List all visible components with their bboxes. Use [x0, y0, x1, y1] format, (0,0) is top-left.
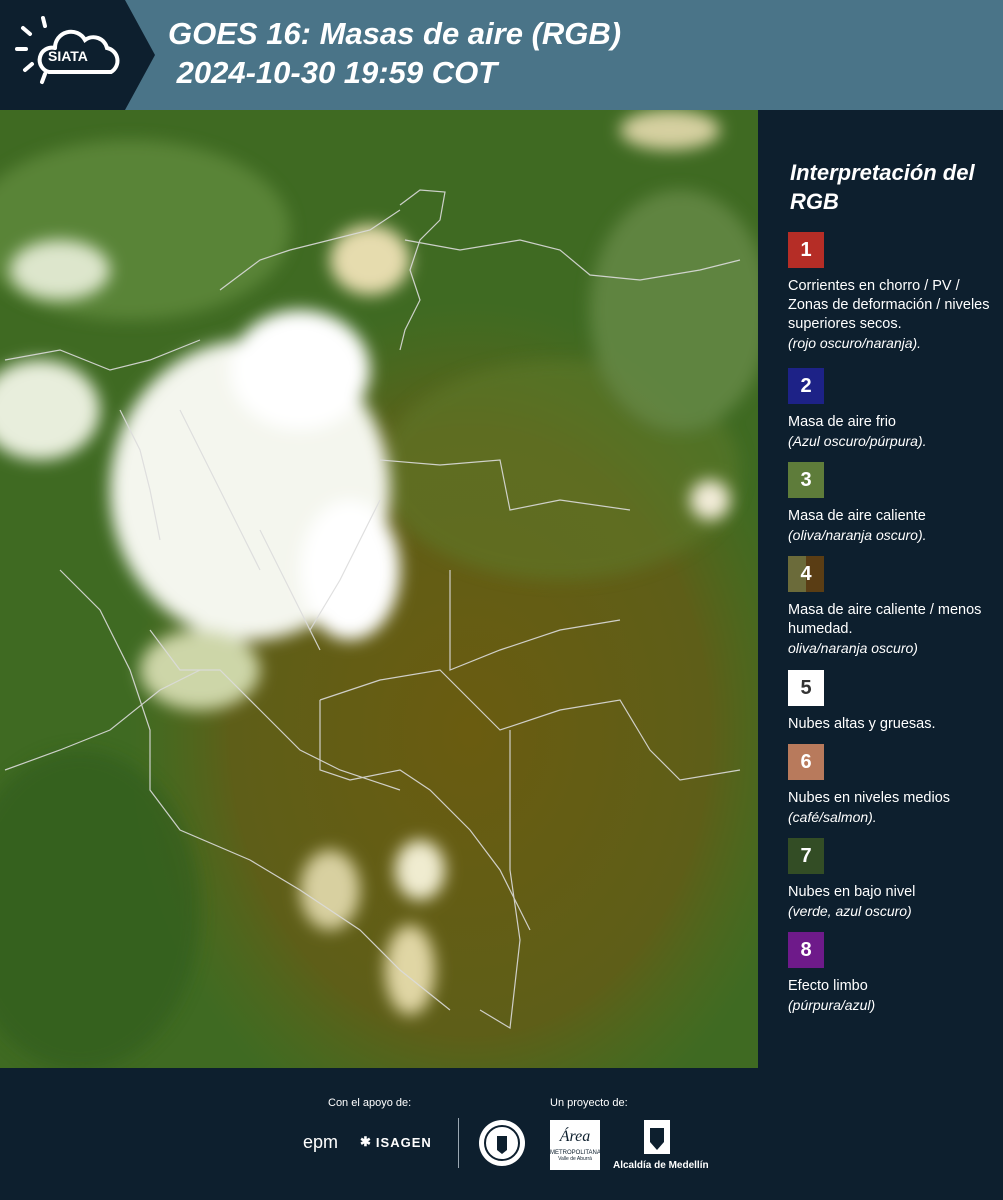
alcaldia-shield-icon — [644, 1120, 670, 1154]
isagen-text: ISAGEN — [375, 1134, 432, 1150]
alcaldia-label: Alcaldía de Medellín — [613, 1160, 709, 1171]
title-line-2: 2024-10-30 19:59 COT — [168, 55, 498, 90]
legend-swatch: 1 — [788, 232, 824, 268]
page-title: GOES 16: Masas de aire (RGB) 2024-10-30 … — [168, 14, 621, 92]
legend-swatch: 7 — [788, 838, 824, 874]
legend-item-7: 7 Nubes en bajo nivel (verde, azul oscur… — [788, 838, 998, 921]
legend-note: (verde, azul oscuro) — [788, 903, 912, 919]
legend-swatch: 4 — [788, 556, 824, 592]
legend-item-1: 1 Corrientes en chorro / PV / Zonas de d… — [788, 232, 998, 353]
legend-note: (oliva/naranja oscuro). — [788, 527, 927, 543]
legend-panel: Interpretación del RGB 1 Corrientes en c… — [758, 110, 1003, 1068]
siata-logo: SIATA — [0, 0, 155, 110]
legend-note: (rojo oscuro/naranja). — [788, 335, 922, 351]
legend-note: oliva/naranja oscuro) — [788, 640, 918, 656]
title-line-1: GOES 16: Masas de aire (RGB) — [168, 16, 622, 51]
legend-item-8: 8 Efecto limbo (púrpura/azul) — [788, 932, 998, 1015]
project-label: Un proyecto de: — [550, 1097, 628, 1109]
legend-swatch: 2 — [788, 368, 824, 404]
legend-swatch: 5 — [788, 670, 824, 706]
isagen-icon: ✱ — [360, 1134, 372, 1149]
legend-text: Nubes altas y gruesas. — [788, 716, 936, 732]
seal-icon — [479, 1120, 525, 1166]
logo-text: SIATA — [48, 48, 88, 64]
legend-swatch: 6 — [788, 744, 824, 780]
legend-swatch: 3 — [788, 462, 824, 498]
legend-text: Nubes en niveles medios — [788, 790, 951, 806]
satellite-image — [0, 110, 758, 1068]
legend-text: Masa de aire caliente — [788, 508, 926, 524]
legend-item-6: 6 Nubes en niveles medios (café/salmon). — [788, 744, 998, 827]
legend-swatch: 8 — [788, 932, 824, 968]
legend-item-2: 2 Masa de aire frio (Azul oscuro/púrpura… — [788, 368, 998, 451]
satellite-map — [0, 110, 758, 1068]
legend-title: Interpretación del RGB — [790, 160, 975, 214]
legend-text: Masa de aire caliente / menos humedad. — [788, 602, 982, 637]
legend-text: Corrientes en chorro / PV / Zonas de def… — [788, 278, 990, 332]
isagen-logo: ✱ ISAGEN — [360, 1134, 432, 1150]
footer-divider — [458, 1118, 459, 1168]
legend-note: (Azul oscuro/púrpura). — [788, 433, 927, 449]
area-logo-tagline: Valle de Aburrá — [558, 1156, 592, 1162]
area-metropolitana-logo: Área METROPOLITANA Valle de Aburrá — [550, 1120, 601, 1170]
legend-text: Masa de aire frio — [788, 414, 896, 430]
area-logo-title: Área — [559, 1128, 591, 1145]
legend-item-3: 3 Masa de aire caliente (oliva/naranja o… — [788, 462, 998, 545]
header-bar: SIATA GOES 16: Masas de aire (RGB) 2024-… — [0, 0, 1003, 110]
legend-text: Efecto limbo — [788, 978, 868, 994]
legend-note: (púrpura/azul) — [788, 997, 876, 1013]
legend-note: (café/salmon). — [788, 809, 877, 825]
legend-item-5: 5 Nubes altas y gruesas. — [788, 670, 998, 734]
footer: Con el apoyo de: Un proyecto de: epm ✱ I… — [0, 1068, 1003, 1200]
epm-logo: epm — [303, 1132, 339, 1152]
legend-text: Nubes en bajo nivel — [788, 884, 916, 900]
legend-item-4: 4 Masa de aire caliente / menos humedad.… — [788, 556, 998, 658]
support-label: Con el apoyo de: — [328, 1097, 412, 1109]
